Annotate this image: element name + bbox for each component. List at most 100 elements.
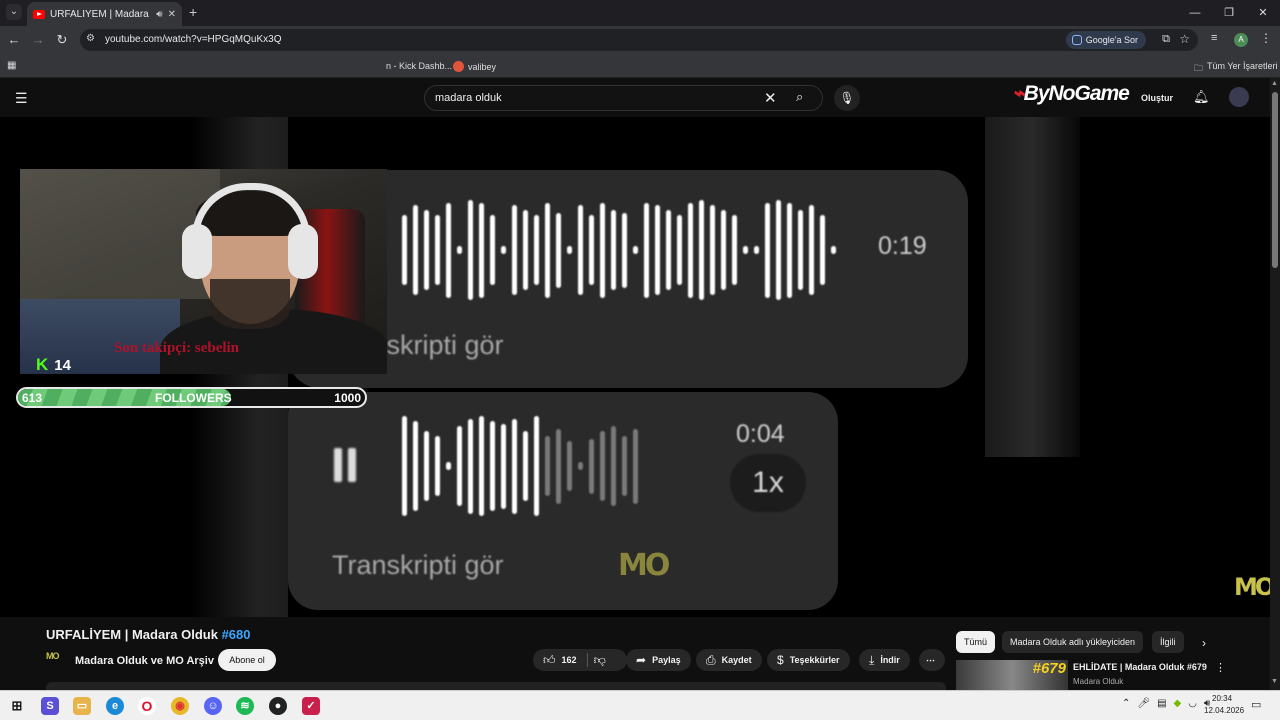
subscribe-button[interactable]: Abone ol [218, 649, 276, 671]
followers-goal-bar: 613 FOLLOWERS 1000 [16, 387, 367, 408]
kick-viewer-badge: K 14 [36, 355, 71, 375]
download-icon: ⤓ [869, 652, 875, 667]
chrome-icon[interactable]: ◉ [171, 697, 189, 715]
waveform-bar [776, 200, 781, 300]
more-vert-icon[interactable]: ⋮ [1215, 661, 1226, 674]
hamburger-menu-icon[interactable]: ☰ [15, 90, 28, 107]
chip-related[interactable]: İlgili [1152, 631, 1184, 653]
scrollbar-thumb[interactable] [1272, 92, 1278, 268]
waveform-bar [534, 416, 539, 516]
edge-icon[interactable]: e [106, 697, 124, 715]
recommended-video-title[interactable]: EHLİDATE | Madara Olduk #679 [1073, 662, 1207, 672]
address-bar[interactable]: ⚙ youtube.com/watch?v=HPGqMQuKx3Q Google… [80, 29, 1198, 51]
notifications-bell-icon[interactable]: 🔔︎ [1193, 89, 1210, 105]
install-app-icon[interactable]: ⧉ [1162, 33, 1170, 46]
obs-icon[interactable]: ● [269, 697, 287, 715]
site-info-icon[interactable]: ⚙ [86, 33, 95, 44]
recommended-video-thumbnail[interactable]: #679 [956, 660, 1068, 690]
video-player[interactable]: 0:19 Transkripti gör 0:04 1x Transkripti… [0, 117, 1272, 617]
search-input[interactable]: madara olduk ✕ ⌕ [424, 85, 823, 111]
share-button[interactable]: ➦ Paylaş [626, 649, 691, 671]
clock-time[interactable]: 20:34 [1212, 694, 1232, 703]
close-window-button[interactable]: ✕ [1246, 0, 1280, 26]
waveform-bar [545, 202, 550, 298]
channel-name[interactable]: Madara Olduk ve MO Arşiv [75, 655, 214, 667]
tab-search-icon[interactable]: ⌄ [6, 4, 22, 20]
voice-message-2: 0:04 1x Transkripti gör MO [288, 392, 838, 610]
file-explorer-icon[interactable]: ▭ [73, 697, 91, 715]
microphone-icon[interactable]: 🎤︎ [1137, 698, 1150, 709]
more-actions-icon: ⋯ [926, 654, 935, 665]
tray-expand-icon[interactable]: ⌃ [1122, 698, 1130, 709]
save-button[interactable]: ⎙ Kaydet [696, 649, 762, 671]
google-ask-button[interactable]: Google'a Sor [1065, 31, 1146, 49]
minimize-button[interactable]: — [1178, 0, 1212, 26]
recommended-video-channel[interactable]: Madara Olduk [1073, 677, 1123, 686]
waveform-bar [578, 205, 583, 295]
scroll-down-icon[interactable]: ▼ [1271, 678, 1278, 685]
wifi-icon[interactable]: ◡ [1188, 698, 1197, 709]
waveform-bar [479, 202, 484, 298]
waveform-bar [633, 428, 638, 504]
all-bookmarks-folder[interactable]: 🗀 Tüm Yer İşaretleri [1194, 61, 1278, 77]
dislike-icon[interactable]: 👎︎ [594, 653, 606, 668]
tab-close-icon[interactable]: ✕ [168, 9, 176, 20]
profile-avatar[interactable]: A [1234, 33, 1248, 47]
window-controls: — ❐ ✕ [1178, 0, 1280, 26]
url-text[interactable]: youtube.com/watch?v=HPGqMQuKx3Q [105, 34, 281, 45]
chip-all[interactable]: Tümü [956, 631, 996, 653]
followers-label: FOLLOWERS [155, 391, 232, 405]
voice-search-icon[interactable]: 🎙︎ [834, 85, 860, 111]
clear-search-icon[interactable]: ✕ [764, 89, 777, 107]
opera-icon[interactable]: O [138, 697, 156, 715]
bookmark-kick-dashboard[interactable]: n - Kick Dashb... [386, 61, 452, 71]
page-scrollbar[interactable]: ▲ ▼ [1270, 78, 1280, 690]
waveform-bar [721, 210, 726, 290]
video-hashtag[interactable]: #680 [222, 627, 251, 642]
restore-button[interactable]: ❐ [1212, 0, 1246, 26]
clock-date[interactable]: 12.04.2026 [1204, 706, 1244, 715]
bookmark-star-icon[interactable]: ☆ [1179, 32, 1190, 46]
user-avatar[interactable] [1229, 87, 1249, 107]
channel-avatar[interactable]: MO [46, 651, 66, 671]
chrome-menu-icon[interactable]: ⋮ [1260, 31, 1272, 45]
youtube-page: ☰ madara olduk ✕ ⌕ 🎙︎ ⌁ByNoGame Oluştur … [0, 78, 1280, 690]
thanks-button[interactable]: $ Teşekkürler [767, 649, 850, 671]
search-query[interactable]: madara olduk [435, 92, 502, 104]
bookmark-valibey[interactable]: valibey [453, 61, 496, 72]
media-control-icon[interactable]: ≡ [1211, 32, 1217, 44]
chip-from-uploader[interactable]: Madara Olduk adlı yükleyiciden [1002, 631, 1144, 653]
more-actions-button[interactable]: ⋯ [919, 649, 945, 671]
create-button[interactable]: Oluştur [1141, 93, 1173, 103]
waveform-bar [501, 246, 506, 254]
app-icon-red[interactable]: ✓ [302, 697, 320, 715]
scroll-up-icon[interactable]: ▲ [1271, 80, 1278, 87]
windows-start-icon[interactable]: ⊞ [8, 697, 26, 715]
reload-button[interactable]: ↻ [54, 32, 70, 48]
chevron-right-icon[interactable]: › [1202, 636, 1206, 650]
apps-grid-icon[interactable]: ▦ [7, 60, 16, 71]
video-title: URFALİYEM | Madara Olduk #680 [46, 627, 251, 642]
nvidia-icon[interactable]: ◆ [1174, 698, 1182, 709]
audio-playing-icon[interactable]: 🔊︎ [156, 9, 162, 20]
app-icon-1[interactable]: S [41, 697, 59, 715]
notification-center-icon[interactable]: ▭ [1251, 698, 1261, 711]
waveform-bar [611, 210, 616, 290]
new-tab-button[interactable]: + [189, 5, 197, 19]
forward-button[interactable]: → [30, 32, 46, 48]
network-icon[interactable]: ▤ [1157, 698, 1166, 709]
spotify-icon[interactable]: ≋ [236, 697, 254, 715]
search-icon[interactable]: ⌕ [796, 89, 803, 105]
save-icon: ⎙ [706, 652, 716, 667]
download-button[interactable]: ⤓ İndir [859, 649, 910, 671]
waveform-bar [545, 436, 550, 496]
like-count[interactable]: 162 [562, 655, 577, 665]
mo-watermark-corner: MO [1234, 573, 1272, 601]
like-icon[interactable]: 👍︎ [543, 653, 556, 668]
all-bookmarks-label: Tüm Yer İşaretleri [1207, 61, 1278, 71]
description-box[interactable] [46, 682, 946, 690]
back-button[interactable]: ← [6, 32, 22, 48]
bynogame-logo[interactable]: ⌁ByNoGame [1012, 81, 1130, 106]
tab-youtube[interactable]: URFALİYEM | Madara Olduk 🔊︎ ✕ [27, 2, 182, 26]
discord-icon[interactable]: ☺ [204, 697, 222, 715]
